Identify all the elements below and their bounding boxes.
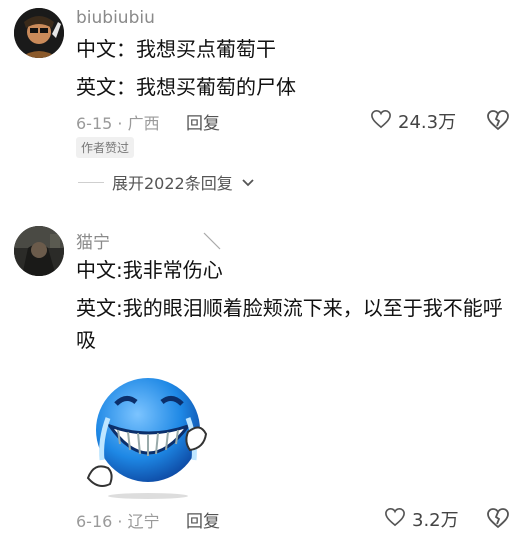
- like-count: 24.3万: [398, 112, 457, 133]
- comment-item: biubiubiu 中文：我想买点葡萄干 英文：我想买葡萄的尸体 6-15 · …: [0, 0, 521, 205]
- comment-meta: 6-16 · 辽宁: [76, 512, 160, 531]
- avatar[interactable]: [14, 226, 64, 276]
- heart-icon: [370, 109, 392, 134]
- broken-heart-icon: [486, 508, 510, 533]
- comment-meta: 6-15 · 广西: [76, 114, 160, 133]
- comment-text-line: 英文：我想买葡萄的尸体: [76, 75, 296, 99]
- comment-text-line: 中文：我想买点葡萄干: [76, 37, 276, 61]
- expand-replies-label: 展开2022条回复: [112, 174, 233, 193]
- dislike-button[interactable]: [486, 109, 510, 135]
- author-liked-badge: 作者赞过: [76, 137, 135, 158]
- username[interactable]: 猫宁: [76, 228, 110, 253]
- like-count: 3.2万: [412, 510, 459, 531]
- comment-text-line: 吸: [76, 328, 96, 352]
- chevron-down-icon: [241, 173, 255, 192]
- like-button[interactable]: 24.3万: [370, 108, 456, 134]
- comment-item: 猫宁 中文:我非常伤心 英文:我的眼泪顺着脸颊流下来，以至于我不能呼 吸 6-1…: [0, 215, 521, 532]
- broken-heart-icon: [486, 110, 510, 135]
- avatar[interactable]: [14, 8, 64, 58]
- comment-text-line: 英文:我的眼泪顺着脸颊流下来，以至于我不能呼: [76, 296, 503, 320]
- reply-button[interactable]: 回复: [186, 109, 220, 134]
- reply-button[interactable]: 回复: [186, 507, 220, 532]
- expand-replies-button[interactable]: 展开2022条回复: [78, 170, 255, 194]
- comment-text-line: 中文:我非常伤心: [76, 258, 223, 282]
- heart-icon: [384, 507, 406, 532]
- dislike-button[interactable]: [486, 507, 510, 533]
- slash-mark: [203, 232, 221, 250]
- divider: [78, 181, 104, 183]
- crying-laughing-emoji-sticker[interactable]: [80, 370, 210, 500]
- username[interactable]: biubiubiu: [76, 8, 155, 28]
- like-button[interactable]: 3.2万: [384, 506, 459, 532]
